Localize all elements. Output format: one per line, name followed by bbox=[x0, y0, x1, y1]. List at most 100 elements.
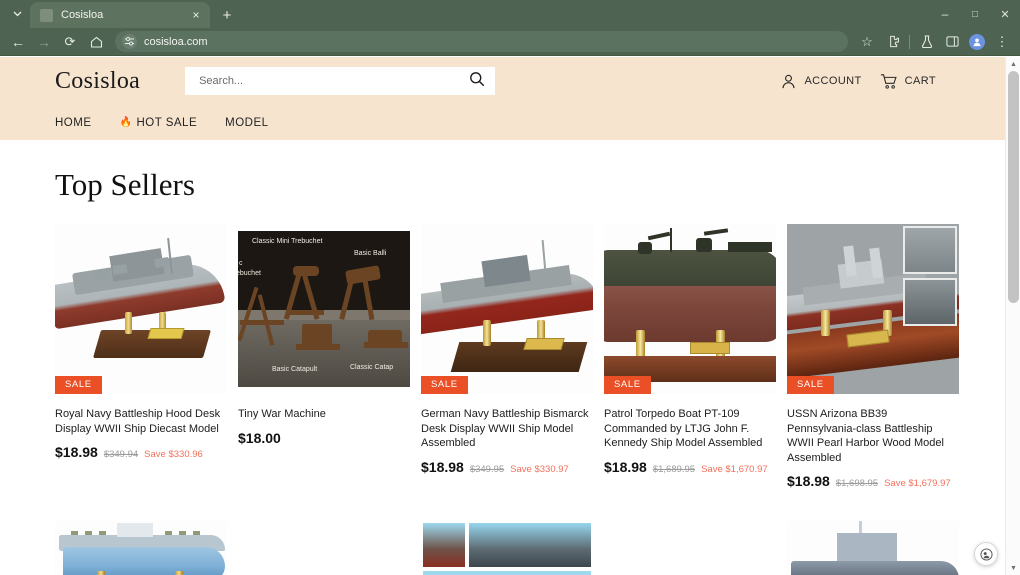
address-bar[interactable]: cosisloa.com bbox=[115, 31, 848, 52]
photo-label: Basic Catapult bbox=[272, 366, 318, 373]
ship-model-art bbox=[787, 224, 959, 394]
savings-text: Save $330.96 bbox=[144, 449, 203, 460]
product-image-pt109[interactable]: SALE bbox=[604, 224, 776, 394]
cart-icon bbox=[880, 73, 897, 89]
price-row: $18.00 bbox=[238, 430, 410, 446]
savings-text: Save $330.97 bbox=[510, 463, 569, 475]
scroll-up-arrow[interactable]: ▲ bbox=[1006, 57, 1020, 71]
flask-icon[interactable] bbox=[915, 30, 939, 54]
product-card[interactable]: Classic Mini Trebuchet Basic Balli c ebu… bbox=[238, 224, 410, 489]
search-icon[interactable] bbox=[469, 71, 485, 92]
ship-model-art bbox=[55, 224, 227, 394]
product-card-placeholder bbox=[604, 521, 776, 575]
price-row: $18.98 $349.95 Save $330.97 bbox=[421, 459, 593, 475]
product-card[interactable]: SALE Royal Navy Battleship Hood Desk Dis… bbox=[55, 224, 227, 489]
new-tab-button[interactable]: + bbox=[214, 3, 240, 27]
flame-icon: 🔥 bbox=[119, 117, 133, 128]
profile-avatar[interactable] bbox=[969, 33, 985, 50]
cart-link[interactable]: CART bbox=[880, 73, 936, 90]
product-image-battleship[interactable] bbox=[787, 521, 959, 575]
savings-text: Save $1,670.97 bbox=[701, 463, 768, 475]
savings-text: Save $1,679.97 bbox=[884, 478, 951, 489]
browser-toolbar: ← → ⟳ cosisloa.com ☆ ⋮ bbox=[0, 28, 1020, 56]
side-panel-icon[interactable] bbox=[940, 30, 964, 54]
extensions-icon[interactable] bbox=[880, 30, 904, 54]
ship-model-art bbox=[787, 521, 959, 575]
nav-hot-sale-label: HOT SALE bbox=[136, 116, 198, 129]
home-icon[interactable] bbox=[84, 30, 108, 54]
sale-price: $18.98 bbox=[55, 444, 98, 460]
siege-engine-photo: Classic Mini Trebuchet Basic Balli c ebu… bbox=[238, 224, 410, 394]
product-card[interactable]: SALE USSN Arizona BB39 Pennsylvania-clas… bbox=[787, 224, 959, 489]
toolbar-divider bbox=[909, 34, 910, 49]
browser-tab[interactable]: Cosisloa × bbox=[30, 2, 210, 28]
page-scrollbar[interactable]: ▲ ▼ bbox=[1005, 57, 1020, 575]
product-image-war-machine[interactable]: Classic Mini Trebuchet Basic Balli c ebu… bbox=[238, 224, 410, 394]
site-header: Cosisloa ACCOUNT CART bbox=[0, 57, 1020, 105]
product-image-arizona[interactable]: SALE bbox=[787, 224, 959, 394]
product-card[interactable]: SALE Patrol Torpedo Boat PT-109 Commande… bbox=[604, 224, 776, 489]
account-link[interactable]: ACCOUNT bbox=[780, 73, 861, 90]
product-image-carrier[interactable] bbox=[55, 521, 227, 575]
chat-support-widget[interactable] bbox=[974, 542, 998, 566]
forward-icon[interactable]: → bbox=[32, 30, 56, 54]
account-label: ACCOUNT bbox=[804, 75, 862, 87]
close-icon[interactable]: × bbox=[188, 7, 204, 23]
product-title[interactable]: Tiny War Machine bbox=[238, 407, 410, 422]
site-logo[interactable]: Cosisloa bbox=[55, 68, 140, 95]
product-card[interactable] bbox=[421, 521, 593, 575]
toolbar-actions: ☆ ⋮ bbox=[855, 30, 1014, 54]
reload-icon[interactable]: ⟳ bbox=[58, 30, 82, 54]
scroll-down-arrow[interactable]: ▼ bbox=[1006, 561, 1020, 575]
header-actions: ACCOUNT CART bbox=[780, 73, 996, 90]
search-box[interactable] bbox=[185, 67, 496, 95]
product-card[interactable]: SALE German Navy Battleship Bismarck Des… bbox=[421, 224, 593, 489]
product-card-placeholder bbox=[238, 521, 410, 575]
product-grid: SALE Royal Navy Battleship Hood Desk Dis… bbox=[55, 224, 965, 575]
search-input[interactable] bbox=[199, 75, 470, 87]
tune-icon[interactable] bbox=[122, 34, 137, 49]
status-badge: SALE bbox=[787, 376, 834, 394]
close-window-icon[interactable]: ✕ bbox=[990, 0, 1020, 28]
tab-title: Cosisloa bbox=[61, 9, 104, 21]
site-nav: HOME 🔥 HOT SALE MODEL bbox=[0, 105, 1020, 140]
thumbnail-inset bbox=[903, 278, 957, 326]
original-price: $1,689.95 bbox=[652, 463, 696, 475]
main-content: Top Sellers SALE Royal Navy Battleship H… bbox=[0, 167, 1020, 575]
product-card[interactable] bbox=[55, 521, 227, 575]
product-title[interactable]: German Navy Battleship Bismarck Desk Dis… bbox=[421, 407, 593, 451]
tab-search-button[interactable] bbox=[4, 2, 30, 26]
sale-price: $18.00 bbox=[238, 429, 281, 446]
cart-label: CART bbox=[904, 75, 936, 87]
product-image-collage[interactable] bbox=[421, 521, 593, 575]
product-title[interactable]: USSN Arizona BB39 Pennsylvania-class Bat… bbox=[787, 407, 959, 465]
page-viewport: Cosisloa ACCOUNT CART HOM bbox=[0, 57, 1020, 575]
person-icon bbox=[782, 74, 795, 88]
nav-home-label: HOME bbox=[55, 116, 92, 129]
chevron-down-icon bbox=[13, 11, 21, 17]
nav-item-model[interactable]: MODEL bbox=[225, 117, 268, 129]
status-badge: SALE bbox=[604, 376, 651, 394]
sale-price: $18.98 bbox=[421, 458, 464, 475]
maximize-icon[interactable]: □ bbox=[960, 0, 990, 28]
browser-menu-icon[interactable]: ⋮ bbox=[990, 30, 1014, 54]
boat-model-art bbox=[604, 224, 776, 394]
bookmark-star-icon[interactable]: ☆ bbox=[855, 30, 879, 54]
ship-model-art bbox=[421, 224, 593, 394]
photo-label: Classic Catap bbox=[350, 364, 394, 371]
product-title[interactable]: Patrol Torpedo Boat PT-109 Commanded by … bbox=[604, 407, 776, 451]
status-badge: SALE bbox=[421, 376, 468, 394]
original-price: $1,698.95 bbox=[835, 478, 879, 489]
browser-window: Cosisloa × + – □ ✕ ← → ⟳ cosisloa.com ☆ bbox=[0, 0, 1020, 575]
site-favicon bbox=[40, 8, 53, 22]
nav-item-hot-sale[interactable]: 🔥 HOT SALE bbox=[120, 117, 198, 129]
product-title[interactable]: Royal Navy Battleship Hood Desk Display … bbox=[55, 407, 227, 436]
nav-item-home[interactable]: HOME bbox=[55, 117, 92, 129]
back-icon[interactable]: ← bbox=[6, 30, 30, 54]
product-card[interactable] bbox=[787, 521, 959, 575]
product-image-bismarck[interactable]: SALE bbox=[421, 224, 593, 394]
scrollbar-thumb[interactable] bbox=[1008, 71, 1019, 303]
product-image-hood[interactable]: SALE bbox=[55, 224, 227, 394]
photo-label: c bbox=[239, 260, 243, 267]
minimize-icon[interactable]: – bbox=[930, 0, 960, 28]
